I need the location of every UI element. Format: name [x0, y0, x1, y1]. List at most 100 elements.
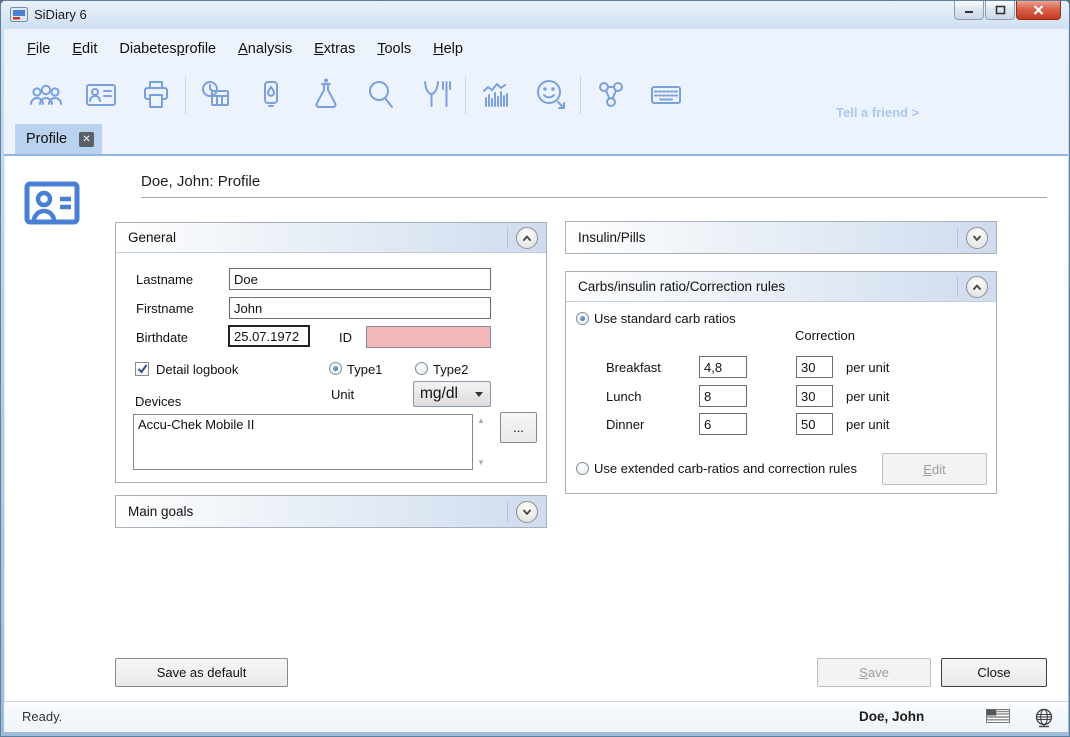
detail-logbook-checkbox[interactable] [135, 362, 149, 376]
scroll-up-icon[interactable]: ▲ [477, 416, 485, 426]
collapse-up-icon[interactable] [516, 227, 538, 249]
menu-diabetesprofile[interactable]: Diabetesprofile [108, 36, 227, 62]
lunch-label: Lunch [606, 389, 641, 404]
id-input[interactable] [366, 326, 491, 348]
save-as-default-button[interactable]: Save as default [115, 658, 288, 687]
detail-logbook-label[interactable]: Detail logbook [156, 362, 238, 377]
collapse-down-icon[interactable] [966, 227, 988, 249]
edit-button[interactable]: Edit [882, 453, 987, 485]
logbook-icon[interactable] [188, 75, 243, 115]
extended-carb-ratios-label[interactable]: Use extended carb-ratios and correction … [594, 461, 857, 476]
tab-profile-label: Profile [26, 131, 67, 147]
carbs-panel-header[interactable]: Carbs/insulin ratio/Correction rules [566, 272, 996, 302]
dinner-label: Dinner [606, 417, 644, 432]
keyboard-icon[interactable] [638, 75, 693, 115]
lastname-input[interactable] [229, 268, 491, 290]
device-list-item[interactable]: Accu-Chek Mobile II [138, 417, 468, 432]
toolbar-separator [465, 76, 466, 114]
tab-close-icon[interactable]: ✕ [79, 132, 94, 147]
menu-file[interactable]: File [16, 36, 61, 62]
unit-combobox[interactable]: mg/dl [413, 381, 491, 407]
type1-radio[interactable] [329, 362, 342, 375]
minimize-button[interactable] [954, 1, 984, 20]
profile-page-icon [23, 177, 81, 229]
header-separator [957, 228, 958, 248]
collapse-up-icon[interactable] [966, 276, 988, 298]
main-goals-panel-header[interactable]: Main goals [116, 496, 546, 527]
type2-radio[interactable] [415, 362, 428, 375]
toolbar-separator [580, 76, 581, 114]
lunch-correction-input[interactable] [796, 385, 833, 407]
header-separator [507, 502, 508, 522]
app-window: SiDiary 6 File Edit Diabetesprofile Anal… [0, 0, 1070, 737]
menu-edit[interactable]: Edit [61, 36, 108, 62]
heading-divider [141, 197, 1047, 198]
patients-icon[interactable] [18, 75, 73, 115]
save-button[interactable]: Save [817, 658, 931, 687]
nutrition-icon[interactable] [408, 75, 463, 115]
statistics-icon[interactable] [468, 75, 523, 115]
devices-listbox[interactable]: Accu-Chek Mobile II [133, 414, 473, 470]
device-import-icon[interactable] [243, 75, 298, 115]
extended-carb-ratios-radio[interactable] [576, 462, 589, 475]
toolbar-separator [185, 76, 186, 114]
menu-tools[interactable]: Tools [366, 36, 422, 62]
general-panel-header[interactable]: General [116, 223, 546, 253]
collapse-down-icon[interactable] [516, 501, 538, 523]
birthdate-label: Birthdate [136, 330, 188, 345]
lunch-ratio-input[interactable] [699, 385, 747, 407]
menu-help[interactable]: Help [422, 36, 474, 62]
us-flag-icon[interactable] [986, 708, 1010, 724]
firstname-label: Firstname [136, 301, 194, 316]
statusbar: Ready. Doe, John [4, 701, 1068, 732]
menubar: File Edit Diabetesprofile Analysis Extra… [4, 31, 1068, 67]
close-button[interactable] [1016, 1, 1061, 20]
carbs-panel: Carbs/insulin ratio/Correction rules Use… [565, 271, 997, 494]
app-icon [10, 7, 28, 22]
printer-icon[interactable] [128, 75, 183, 115]
type1-label[interactable]: Type1 [347, 362, 382, 377]
main-goals-panel-title: Main goals [116, 504, 507, 519]
general-panel: General Lastname Firstname Birthdate ID … [115, 222, 547, 483]
menu-extras[interactable]: Extras [303, 36, 366, 62]
standard-carb-ratios-label[interactable]: Use standard carb ratios [594, 311, 736, 326]
insulin-pills-panel-header[interactable]: Insulin/Pills [566, 222, 996, 253]
dinner-correction-input[interactable] [796, 413, 833, 435]
birthdate-input[interactable] [228, 325, 310, 347]
lunch-per-unit-label: per unit [846, 389, 889, 404]
lab-icon[interactable] [298, 75, 353, 115]
dinner-ratio-input[interactable] [699, 413, 747, 435]
scroll-down-icon[interactable]: ▼ [477, 458, 485, 468]
type2-label[interactable]: Type2 [433, 362, 468, 377]
breakfast-per-unit-label: per unit [846, 360, 889, 375]
dinner-per-unit-label: per unit [846, 417, 889, 432]
insulin-pills-panel: Insulin/Pills [565, 221, 997, 254]
firstname-input[interactable] [229, 297, 491, 319]
menu-analysis[interactable]: Analysis [227, 36, 303, 62]
carbs-panel-title: Carbs/insulin ratio/Correction rules [566, 279, 957, 294]
close-dialog-button[interactable]: Close [941, 658, 1047, 687]
main-goals-panel: Main goals [115, 495, 547, 528]
titlebar[interactable]: SiDiary 6 [1, 1, 1069, 29]
devices-scrollbar: ▲ ▼ [474, 416, 488, 468]
lastname-label: Lastname [136, 272, 193, 287]
search-icon[interactable] [353, 75, 408, 115]
status-current-user: Doe, John [859, 709, 924, 724]
share-icon[interactable] [583, 75, 638, 115]
wellbeing-icon[interactable] [523, 75, 578, 115]
standard-carb-ratios-radio[interactable] [576, 312, 589, 325]
tab-profile[interactable]: Profile ✕ [15, 124, 102, 154]
breakfast-correction-input[interactable] [796, 356, 833, 378]
chevron-down-icon [475, 392, 483, 397]
globe-icon[interactable] [1034, 708, 1054, 729]
maximize-button[interactable] [985, 1, 1015, 20]
profile-card-icon[interactable] [73, 75, 128, 115]
devices-label: Devices [135, 394, 181, 409]
unit-value: mg/dl [414, 385, 475, 403]
breakfast-ratio-input[interactable] [699, 356, 747, 378]
correction-header: Correction [795, 328, 855, 343]
page-title: Doe, John: Profile [141, 173, 260, 190]
tell-a-friend-link[interactable]: Tell a friend > [836, 105, 919, 120]
header-separator [507, 228, 508, 248]
devices-browse-button[interactable]: ... [500, 412, 537, 443]
